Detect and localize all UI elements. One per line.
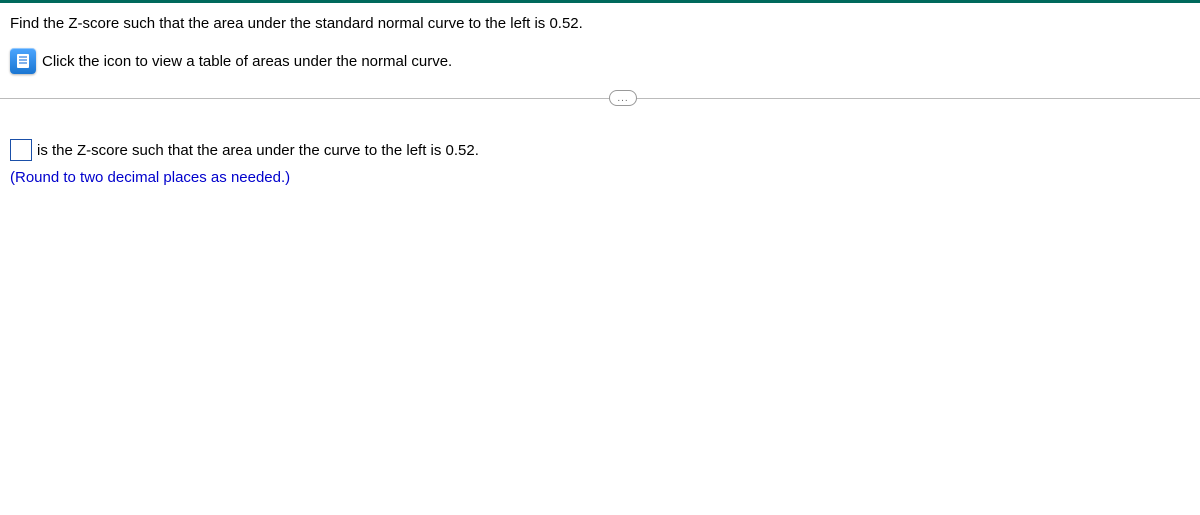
table-icon[interactable] [10, 48, 36, 74]
answer-trailing-text: is the Z-score such that the area under … [37, 140, 479, 161]
rounding-hint: (Round to two decimal places as needed.) [10, 167, 1190, 188]
expand-collapse-pill[interactable]: ... [609, 90, 637, 106]
section-divider: ... [0, 98, 1200, 99]
document-icon [15, 53, 31, 69]
zscore-input[interactable] [10, 139, 32, 161]
content-area: Find the Z-score such that the area unde… [0, 3, 1200, 74]
question-prompt: Find the Z-score such that the area unde… [10, 13, 1190, 34]
ellipsis-icon: ... [617, 93, 628, 104]
table-link-row: Click the icon to view a table of areas … [10, 48, 1190, 74]
answer-row: is the Z-score such that the area under … [10, 139, 1190, 161]
table-link-text[interactable]: Click the icon to view a table of areas … [42, 51, 452, 72]
divider-line [0, 98, 1200, 99]
answer-area: is the Z-score such that the area under … [0, 129, 1200, 188]
